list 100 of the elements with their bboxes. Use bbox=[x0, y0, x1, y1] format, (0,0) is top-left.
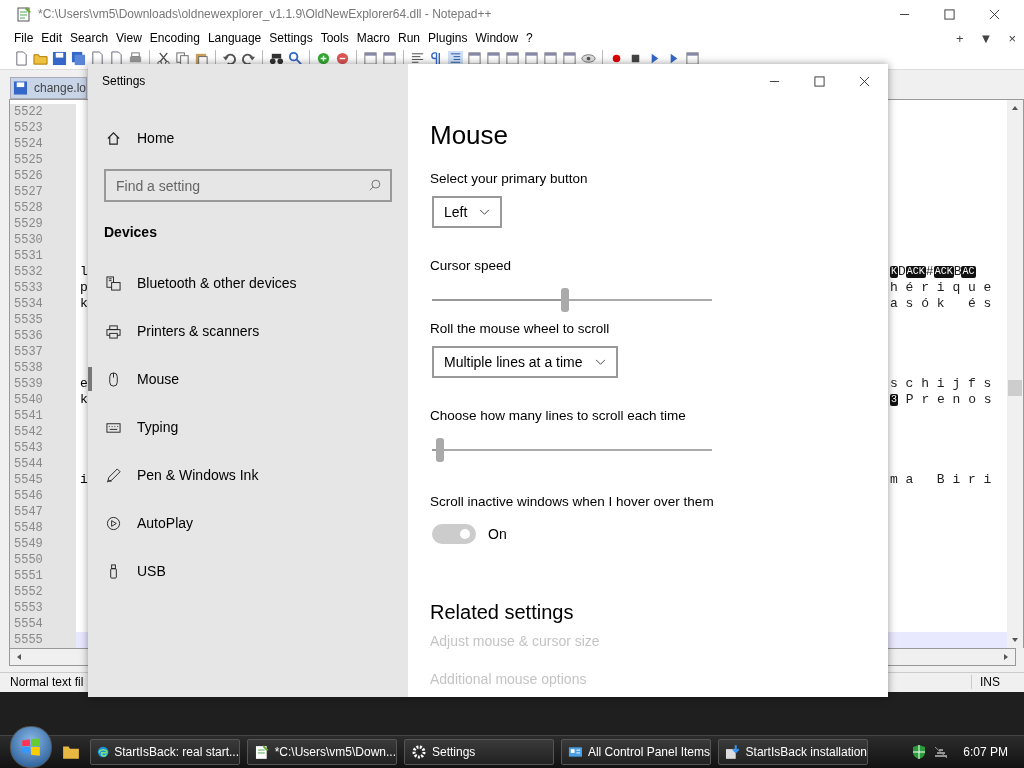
status-text: INS bbox=[971, 675, 1024, 690]
menu-item[interactable]: Run bbox=[394, 31, 425, 46]
menu-button[interactable]: × bbox=[1000, 30, 1024, 46]
window-icon[interactable] bbox=[363, 50, 378, 66]
zoom-in-icon[interactable] bbox=[316, 50, 331, 66]
menu-item[interactable]: Settings bbox=[265, 31, 317, 46]
nav-item[interactable]: Typing bbox=[88, 403, 408, 451]
control-char-label: ACK bbox=[933, 265, 954, 278]
menu-item[interactable]: Plugins bbox=[424, 31, 472, 46]
magnifier-icon[interactable] bbox=[288, 50, 303, 66]
section-heading: Related settings bbox=[430, 601, 575, 625]
setting-label: Choose how many lines to scroll each time bbox=[430, 408, 687, 425]
speaker-keyboard-icon bbox=[106, 275, 121, 291]
code-text: k bbox=[80, 296, 88, 312]
window-icon[interactable] bbox=[505, 50, 520, 66]
code-text: s c h i j f s bbox=[890, 376, 992, 392]
file-tab[interactable]: change.lo bbox=[10, 76, 87, 99]
window-title: *C:\Users\vm5\Downloads\oldnewexplorer_v1.1.9\OldNewExplorer64.dll - Notepad++ bbox=[38, 7, 492, 22]
nav-item[interactable]: Pen & Windows Ink bbox=[88, 451, 408, 499]
dropdown[interactable]: Multiple lines at a time bbox=[432, 346, 618, 378]
code-text: D bbox=[898, 264, 906, 280]
maximize-icon[interactable] bbox=[814, 76, 825, 87]
nav-item[interactable]: AutoPlay bbox=[88, 499, 408, 547]
code-text: p bbox=[80, 280, 88, 296]
control-char-label: 3 bbox=[890, 393, 898, 406]
dropdown[interactable]: Left bbox=[432, 196, 503, 228]
nav-item[interactable]: Printers & scanners bbox=[88, 307, 408, 355]
slider-thumb[interactable] bbox=[561, 288, 569, 312]
window-icon[interactable] bbox=[467, 50, 482, 66]
search-field[interactable]: Find a setting bbox=[104, 169, 392, 202]
close-icon[interactable] bbox=[989, 8, 1000, 20]
taskbar-button[interactable]: Settings bbox=[404, 739, 554, 765]
nav-item[interactable]: Home bbox=[88, 114, 408, 162]
code-text: P r e n o s bbox=[904, 392, 992, 408]
menu-item[interactable]: ? bbox=[522, 31, 537, 46]
menu-item[interactable]: Language bbox=[203, 31, 266, 46]
taskbar-button[interactable]: *C:\Users\vm5\Down... bbox=[247, 739, 397, 765]
network-icon[interactable] bbox=[933, 744, 950, 760]
setting-label: Roll the mouse wheel to scroll bbox=[430, 321, 611, 338]
setting-label: Scroll inactive windows when I hover over them bbox=[430, 494, 715, 511]
scrollbar-thumb[interactable] bbox=[1008, 379, 1022, 396]
menu-item[interactable]: Macro bbox=[352, 31, 394, 46]
window-icon[interactable] bbox=[543, 50, 558, 66]
printer-icon bbox=[106, 323, 121, 339]
nav-item[interactable]: Mouse bbox=[88, 355, 408, 403]
vertical-scrollbar[interactable] bbox=[1007, 99, 1023, 648]
nav-item[interactable]: Bluetooth & other devices bbox=[88, 259, 408, 307]
windows-logo-icon bbox=[20, 736, 42, 758]
taskbar-button[interactable]: StartIsBack: real start... bbox=[90, 739, 240, 765]
start-button[interactable] bbox=[10, 726, 52, 768]
section-heading: Devices bbox=[103, 223, 158, 242]
setting-label: Cursor speed bbox=[430, 258, 513, 275]
close-icon[interactable] bbox=[859, 76, 870, 87]
menu-item[interactable]: View bbox=[112, 31, 146, 46]
zoom-out-icon[interactable] bbox=[335, 50, 350, 66]
document-icon[interactable] bbox=[90, 50, 105, 66]
taskbar-button[interactable]: All Control Panel Items bbox=[561, 739, 711, 765]
installer-icon bbox=[725, 744, 741, 760]
line-number: 5522 bbox=[10, 103, 76, 120]
control-char-label: AC bbox=[961, 265, 976, 278]
lines-icon[interactable] bbox=[410, 50, 425, 66]
menu-button[interactable]: ▼ bbox=[971, 30, 1001, 46]
document-icon[interactable] bbox=[14, 50, 29, 66]
menu-item[interactable]: Edit bbox=[37, 31, 67, 46]
code-text: l bbox=[80, 264, 88, 280]
setting-label: Select your primary button bbox=[430, 171, 589, 188]
taskbar-button[interactable]: StartIsBack installation bbox=[718, 739, 868, 765]
play-circle-icon bbox=[106, 515, 121, 531]
menu-item[interactable]: Encoding bbox=[145, 31, 204, 46]
control-char-label: K bbox=[890, 265, 898, 278]
folder-icon[interactable] bbox=[62, 743, 80, 761]
window-icon[interactable] bbox=[524, 50, 539, 66]
window-icon[interactable] bbox=[562, 50, 577, 66]
chevron-down-icon bbox=[479, 208, 491, 216]
window-icon[interactable] bbox=[685, 50, 700, 66]
floppy-disks-icon[interactable] bbox=[71, 50, 86, 66]
slider-thumb[interactable] bbox=[436, 438, 445, 462]
nav-item[interactable]: USB bbox=[88, 547, 408, 595]
code-text: # bbox=[925, 264, 934, 280]
menu-item[interactable]: Search bbox=[66, 31, 113, 46]
pen-icon bbox=[106, 467, 121, 483]
menu-button[interactable]: + bbox=[947, 30, 972, 46]
menu-item[interactable]: File bbox=[10, 31, 38, 46]
code-text: k bbox=[80, 392, 88, 408]
maximize-icon[interactable] bbox=[944, 8, 955, 20]
control-char-label: ACK bbox=[905, 265, 926, 278]
menu-item[interactable]: Tools bbox=[316, 31, 353, 46]
clock[interactable]: 6:07 PM bbox=[955, 745, 1024, 759]
home-icon bbox=[106, 130, 121, 146]
document-icon[interactable] bbox=[109, 50, 124, 66]
menu-item[interactable]: Window bbox=[471, 31, 523, 46]
code-text: a s ó k é s bbox=[890, 296, 992, 312]
shield-icon[interactable] bbox=[911, 744, 928, 760]
scissors-icon[interactable] bbox=[156, 50, 171, 66]
copy-icon[interactable] bbox=[175, 50, 190, 66]
window-icon[interactable] bbox=[486, 50, 501, 66]
code-text: h é r i q u e bbox=[890, 280, 992, 296]
window-icon[interactable] bbox=[382, 50, 397, 66]
status-text: Normal text fil bbox=[10, 675, 84, 690]
search-icon[interactable] bbox=[368, 178, 382, 192]
